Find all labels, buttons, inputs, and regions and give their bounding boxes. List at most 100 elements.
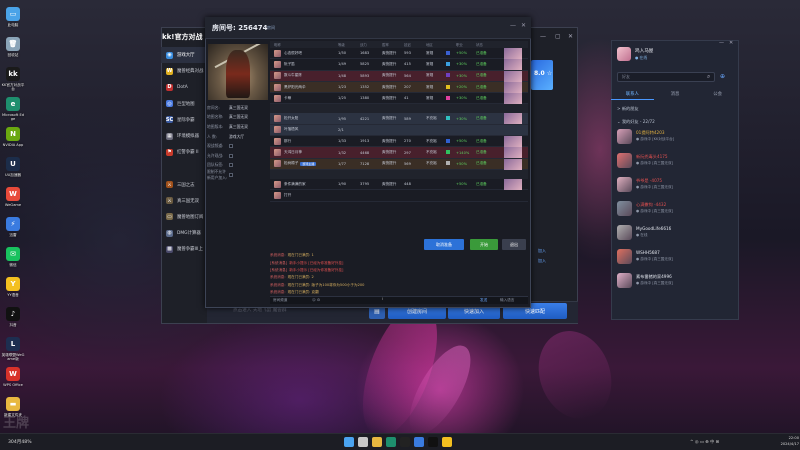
table-row[interactable]: 条件满满的家 1/90 3795 爽快提升 448 +50% 已准备 xyxy=(270,178,528,191)
minimize-icon[interactable]: — xyxy=(719,40,724,46)
friend-search-input[interactable]: 好友 xyxy=(617,72,715,82)
friend-item[interactable]: 爷爷是 -4075 ● 游戏中 [真三国无双] xyxy=(614,174,734,196)
table-row[interactable]: 阮子笛 1/49 5825 爽快提升 415 常规 +30% 已准备 xyxy=(270,59,528,71)
join-link[interactable]: 加入 xyxy=(538,258,546,264)
checkbox[interactable] xyxy=(229,153,233,158)
table-row[interactable]: 卡蒂 1/25 1380 爽快提升 41 常规 +30% 已准备 xyxy=(270,93,528,105)
edge-icon[interactable] xyxy=(386,437,396,447)
friend-name: WSHH5687 xyxy=(636,250,660,255)
clock[interactable]: 22:00 2024/4/17 xyxy=(779,436,799,447)
desktop-icon[interactable]: ✉ 微信 xyxy=(1,244,25,276)
group-my-friends[interactable]: ⌄ 我的好友 - 22/72 xyxy=(617,119,655,125)
windows-icon[interactable] xyxy=(344,437,354,447)
desktop-icon[interactable]: ♪ 抖音 xyxy=(1,304,25,336)
add-friend-icon[interactable]: ⊕ xyxy=(720,73,725,80)
desktop-icon[interactable]: ⚡ 迅雷 xyxy=(1,214,25,246)
kk-promo-card[interactable]: 8.0 ☆ xyxy=(531,60,553,90)
send-button[interactable]: 发送 xyxy=(480,298,487,303)
sidebar-item[interactable]: ⚔ 三国之志 xyxy=(161,177,207,193)
rank-badge xyxy=(504,48,522,59)
minimize-icon[interactable]: — xyxy=(540,33,546,40)
table-row[interactable]: 叶落梧风 2/1 xyxy=(270,124,528,137)
avatar xyxy=(274,83,281,91)
sidebar-item[interactable]: ⚔ 真三国无双 xyxy=(161,193,207,209)
sidebar-item[interactable]: ▩ 魔兽争霸III上 xyxy=(161,241,207,257)
sidebar-item[interactable]: ▭ 魔兽地图订阅 xyxy=(161,209,207,225)
friend-item[interactable]: WSHH5687 ● 游戏中 [真三国无双] xyxy=(614,246,734,268)
table-row[interactable]: 数斗牛星陈 1/48 5893 爽快提升 564 常规 +30% 已准备 xyxy=(270,70,528,82)
tab-0[interactable]: 联系人 xyxy=(611,90,654,100)
sidebar-item[interactable]: W 魔兽经典对战 xyxy=(161,63,207,79)
app-icon[interactable] xyxy=(414,437,424,447)
table-row[interactable]: 天鸿日月神 1/32 4468 爽快提升 297 不充裕 +140% 已准备 xyxy=(270,147,528,159)
sidebar-item[interactable]: SC 星际争霸 xyxy=(161,112,207,128)
sidebar-item[interactable]: D DotA xyxy=(161,79,207,95)
friend-item[interactable]: 素布番猪的家4996 ● 游戏中 [真三国无双] xyxy=(614,270,734,292)
close-icon[interactable]: ✕ xyxy=(568,33,573,40)
sidebar-item[interactable]: ◎ 巨型地图 xyxy=(161,96,207,112)
friend-status: ● 游戏中 [真三国无双] xyxy=(636,281,673,285)
table-row[interactable]: 心态很好吧 1/50 1683 爽快提升 593 常规 +50% 已准备 xyxy=(270,48,528,60)
desktop-icon[interactable]: kk KK官方对战平台 xyxy=(1,64,25,96)
leave-button[interactable]: 退出 xyxy=(502,239,526,250)
checkbox[interactable] xyxy=(229,172,233,177)
player-bonus: +30% xyxy=(456,116,467,121)
friend-item[interactable]: 新阮兜毒头4175 ● 游戏中 [真三国无双] xyxy=(614,150,734,172)
sidebar-item-label: 魔兽地图订阅 xyxy=(177,214,204,220)
channel-select[interactable]: 房间频道 xyxy=(273,298,287,303)
sidebar-item[interactable]: ◉ 游戏大厅 xyxy=(161,47,207,64)
sidebar-item[interactable]: ▦ 环境模拟器 xyxy=(161,128,207,144)
yy-icon[interactable] xyxy=(442,437,452,447)
desktop-icon-label: NVIDIA App xyxy=(2,143,24,147)
taskbar-weather[interactable]: 304月48% xyxy=(8,439,32,445)
friend-item[interactable]: 心满撒钩 -4432 ● 游戏中 [真三国无双] xyxy=(614,198,734,220)
sidebar-item[interactable] xyxy=(161,160,207,176)
join-link[interactable]: 加入 xyxy=(538,248,546,254)
room-title-bar: 房间号: 256474 房间 — ✕ xyxy=(205,17,531,39)
friend-item[interactable]: MyGoodLife6616 ● 在线 xyxy=(614,222,734,244)
sidebar-item[interactable]: ◍ DMG计算器 xyxy=(161,225,207,241)
desktop-icon[interactable]: U UU加速器 xyxy=(1,154,25,186)
desktop-icon[interactable]: e Microsoft Edge xyxy=(1,94,25,126)
sidebar-item[interactable]: ⚑ 红警争霸 II xyxy=(161,144,207,160)
tab-1[interactable]: 消息 xyxy=(654,90,697,100)
avatar[interactable] xyxy=(617,47,631,61)
tab-2[interactable]: 公会 xyxy=(696,90,739,100)
player-status: 已准备 xyxy=(476,150,487,155)
table-row[interactable]: 松开太阳 1/95 4221 爽快提升 589 不充裕 +30% 已准备 xyxy=(270,113,528,125)
cancel-ready-button[interactable]: 取消准备 xyxy=(424,239,464,250)
minimize-icon[interactable]: — xyxy=(510,22,516,29)
checkbox[interactable] xyxy=(229,144,233,149)
system-tray[interactable]: ^ ◎ ▭ ⊕ 中 ⊞ xyxy=(690,439,719,445)
desktop-icon[interactable]: N NVIDIA App xyxy=(1,124,25,156)
room-info: 房间名: 真三国无双 地图名称: 真三国无双 地图版本: 真三国无双人 数: 游戏大厅 观战频… xyxy=(207,103,269,180)
desktop-icon[interactable]: L 英雄联盟WeGame版 xyxy=(1,334,25,366)
explorer-icon[interactable] xyxy=(372,437,382,447)
close-icon[interactable]: ✕ xyxy=(729,40,733,46)
checkbox[interactable] xyxy=(229,163,233,168)
group-new-friends[interactable]: > 新的朋友 xyxy=(617,106,639,112)
player-name-cell: 松树棉子 游戏主播 xyxy=(270,160,338,168)
friend-name: 素布番猪的家4996 xyxy=(636,274,672,279)
douyin-icon[interactable] xyxy=(428,437,438,447)
friend-item[interactable]: 01提阿特4203 ● 游戏中 [KK对战平台] xyxy=(614,126,734,148)
desktop-icon[interactable]: 🗑 回收站 xyxy=(1,34,25,66)
search-icon[interactable]: ⌕ xyxy=(707,73,710,81)
table-row[interactable]: 黑炉阳光两伞 1/23 1352 爽快提升 207 常规 +20% 已准备 xyxy=(270,81,528,94)
desktop-icon[interactable]: ▭ 此电脑 xyxy=(1,4,25,36)
start-button[interactable]: 开始 xyxy=(470,239,498,250)
chat-sender: 系统消息: xyxy=(270,290,286,295)
nav-icon: ◎ xyxy=(166,100,173,108)
kk-icon[interactable] xyxy=(400,437,410,447)
table-row[interactable]: 松树棉子 游戏主播 1/77 7128 爽快提升 569 不充裕 +50% 已准备 xyxy=(270,158,528,170)
player-stat: 1380 xyxy=(360,96,370,101)
desktop-icon[interactable]: W WeGame xyxy=(1,184,25,216)
search-icon[interactable] xyxy=(358,437,368,447)
desktop-icon[interactable]: Y YY语音 xyxy=(1,274,25,306)
maximize-icon[interactable]: ▢ xyxy=(555,33,561,40)
table-row[interactable]: 打开 xyxy=(270,190,528,202)
table-row[interactable]: 那行 1/33 1913 爽快提升 270 不充裕 +50% 已准备 xyxy=(270,136,528,148)
desktop-icon[interactable]: W WPS Office xyxy=(1,364,25,396)
close-icon[interactable]: ✕ xyxy=(521,22,526,29)
emoji-icon[interactable]: ☺ ⚙ xyxy=(312,298,320,302)
